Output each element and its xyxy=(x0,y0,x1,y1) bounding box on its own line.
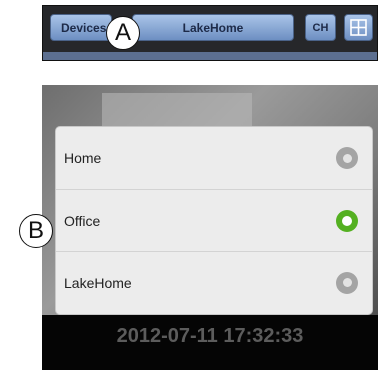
callout-b-label: B xyxy=(27,217,44,244)
toolbar-bottom-strip xyxy=(43,52,377,60)
callout-b: B xyxy=(19,214,53,248)
screenshot-root: Devices LakeHome CH A 2012-07-11 17:32:3… xyxy=(0,0,389,370)
option-home-label: Home xyxy=(64,150,102,166)
grid-view-button[interactable] xyxy=(344,14,373,41)
option-home[interactable]: Home xyxy=(56,127,372,189)
callout-a: A xyxy=(106,16,140,50)
devices-button[interactable]: Devices xyxy=(50,14,112,41)
option-home-radio-icon[interactable] xyxy=(336,147,358,169)
option-office-label: Office xyxy=(64,212,101,229)
option-lakehome-label: LakeHome xyxy=(64,274,132,291)
option-office[interactable]: Office xyxy=(56,189,372,251)
location-title-button[interactable]: LakeHome xyxy=(132,14,294,41)
ch-button[interactable]: CH xyxy=(305,14,336,41)
grid-icon xyxy=(350,19,367,36)
location-title-label: LakeHome xyxy=(182,20,244,35)
option-lakehome[interactable]: LakeHome xyxy=(56,251,372,313)
location-selection-dialog: Home Office LakeHome xyxy=(56,127,372,314)
callout-a-label: A xyxy=(114,19,131,46)
ch-button-label: CH xyxy=(312,21,329,34)
option-office-radio-icon[interactable] xyxy=(336,209,358,232)
devices-button-label: Devices xyxy=(61,20,107,35)
top-toolbar: Devices LakeHome CH xyxy=(42,5,378,61)
camera-timestamp: 2012-07-11 17:32:33 xyxy=(116,325,304,347)
option-lakehome-radio-icon[interactable] xyxy=(336,271,358,294)
